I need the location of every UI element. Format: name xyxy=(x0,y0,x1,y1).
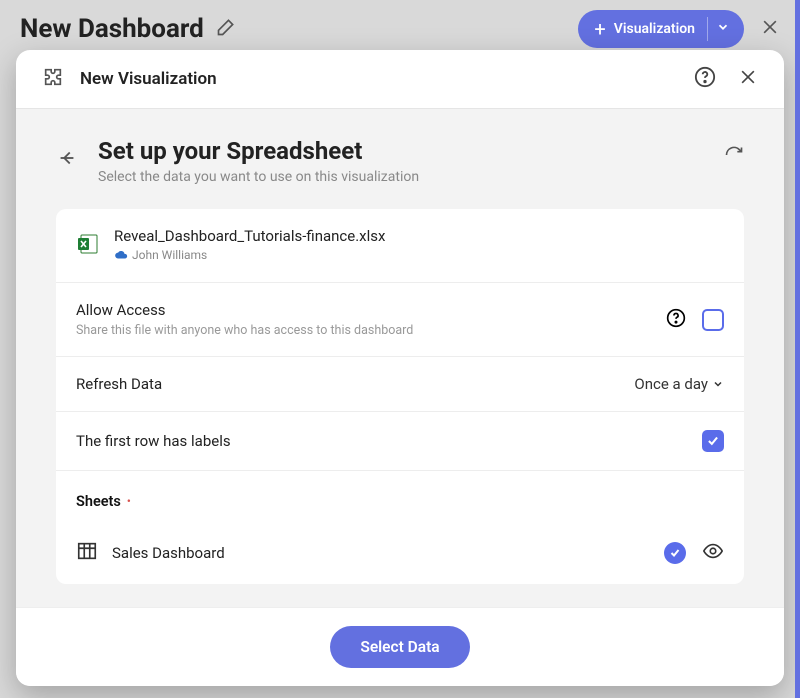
sheets-heading: Sheets • xyxy=(56,471,744,522)
table-icon xyxy=(76,540,98,566)
allow-access-label: Allow Access xyxy=(76,301,413,319)
window-edge xyxy=(795,0,800,698)
allow-access-row: Allow Access Share this file with anyone… xyxy=(56,283,744,357)
step-title: Set up your Spreadsheet xyxy=(98,137,419,165)
plus-icon: + xyxy=(594,17,605,41)
back-arrow-icon[interactable] xyxy=(56,147,78,173)
help-icon[interactable] xyxy=(694,66,716,92)
refresh-icon[interactable] xyxy=(724,145,744,169)
dashboard-header: New Dashboard + Visualization xyxy=(0,0,800,48)
add-visualization-label: Visualization xyxy=(614,21,695,37)
dashboard-close-icon[interactable] xyxy=(760,17,780,41)
spreadsheet-file-row[interactable]: Reveal_Dashboard_Tutorials-finance.xlsx … xyxy=(56,209,744,283)
add-visualization-button[interactable]: + Visualization xyxy=(578,10,744,48)
modal-title: New Visualization xyxy=(80,69,217,89)
select-data-button[interactable]: Select Data xyxy=(330,626,469,668)
dashboard-title: New Dashboard xyxy=(20,14,204,44)
refresh-data-select[interactable]: Once a day xyxy=(634,375,724,393)
file-owner: John Williams xyxy=(132,248,207,262)
file-name: Reveal_Dashboard_Tutorials-finance.xlsx xyxy=(114,227,385,245)
modal-footer: Select Data xyxy=(16,607,784,686)
refresh-data-value: Once a day xyxy=(634,375,708,393)
onedrive-icon xyxy=(114,245,128,264)
allow-access-help-icon[interactable] xyxy=(666,308,686,332)
edit-title-icon[interactable] xyxy=(216,17,236,41)
allow-access-checkbox[interactable] xyxy=(702,309,724,331)
preview-icon[interactable] xyxy=(702,540,724,566)
refresh-data-label: Refresh Data xyxy=(76,375,162,393)
sheet-name: Sales Dashboard xyxy=(112,544,225,562)
excel-icon xyxy=(76,232,100,260)
selected-check-icon xyxy=(664,542,686,564)
step-subtitle: Select the data you want to use on this … xyxy=(98,169,419,185)
refresh-data-row: Refresh Data Once a day xyxy=(56,357,744,412)
modal-header: New Visualization xyxy=(16,50,784,109)
allow-access-sub: Share this file with anyone who has acce… xyxy=(76,323,413,338)
new-visualization-modal: New Visualization Set up your Spreadshee… xyxy=(16,50,784,686)
puzzle-icon xyxy=(42,66,64,92)
sheet-item[interactable]: Sales Dashboard xyxy=(56,522,744,584)
first-row-has-labels-label: The first row has labels xyxy=(76,432,231,450)
required-indicator: • xyxy=(127,498,131,506)
first-row-has-labels-row: The first row has labels xyxy=(56,412,744,471)
first-row-has-labels-checkbox[interactable] xyxy=(702,430,724,452)
modal-close-icon[interactable] xyxy=(738,67,758,91)
chevron-down-icon[interactable] xyxy=(716,20,730,38)
